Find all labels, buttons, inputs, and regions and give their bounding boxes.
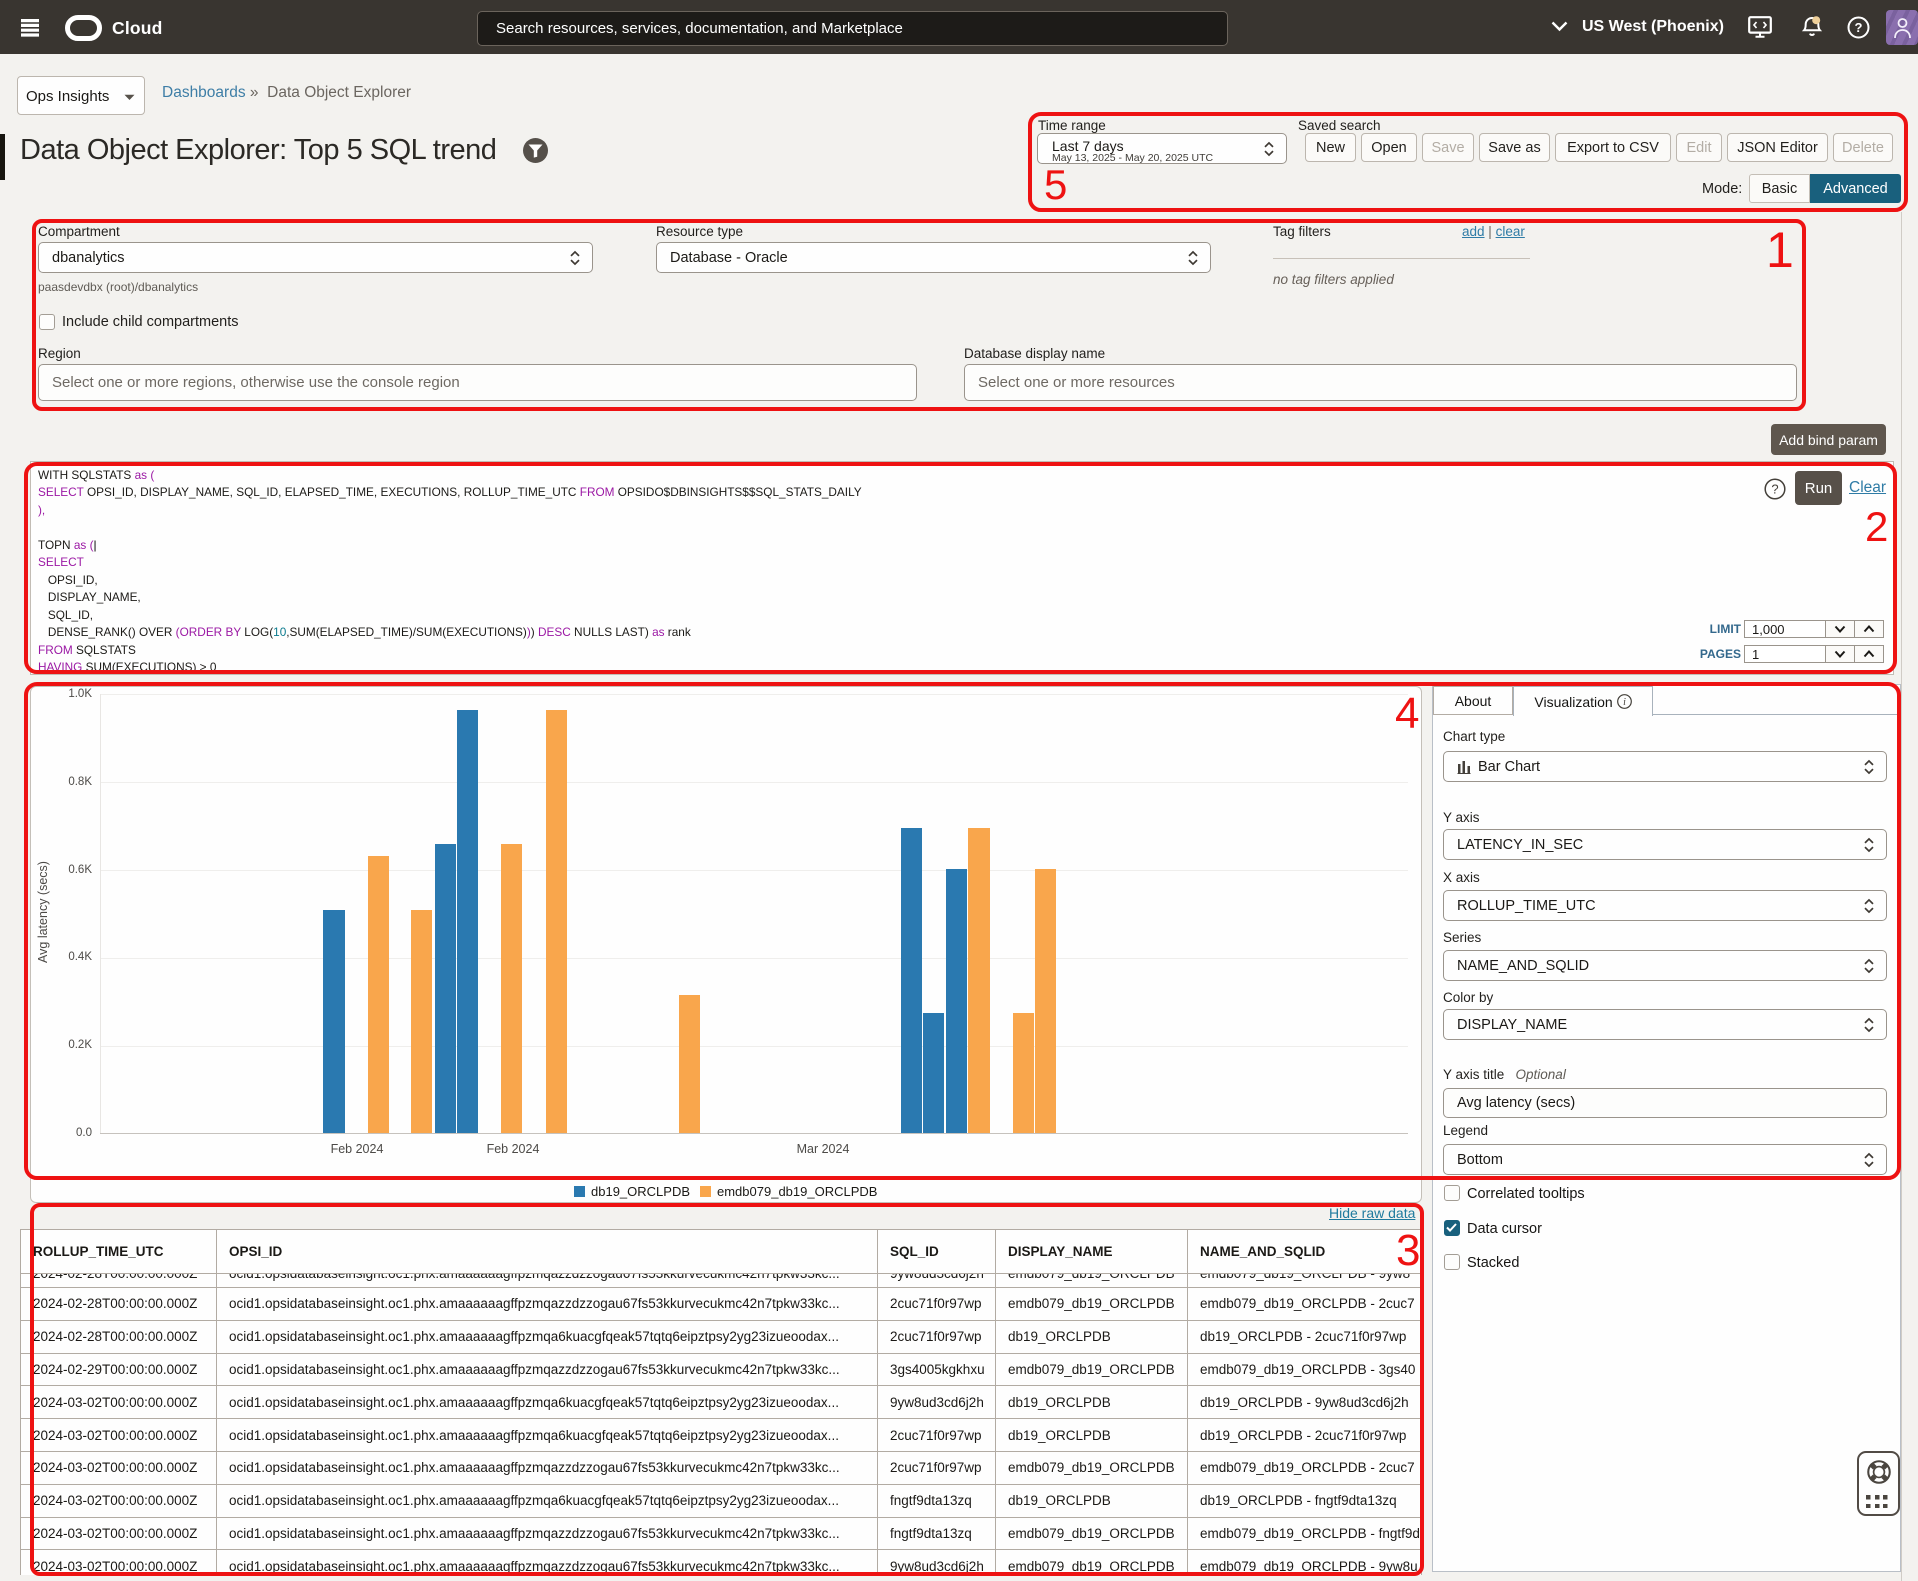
svg-text:i: i [1623, 697, 1626, 708]
